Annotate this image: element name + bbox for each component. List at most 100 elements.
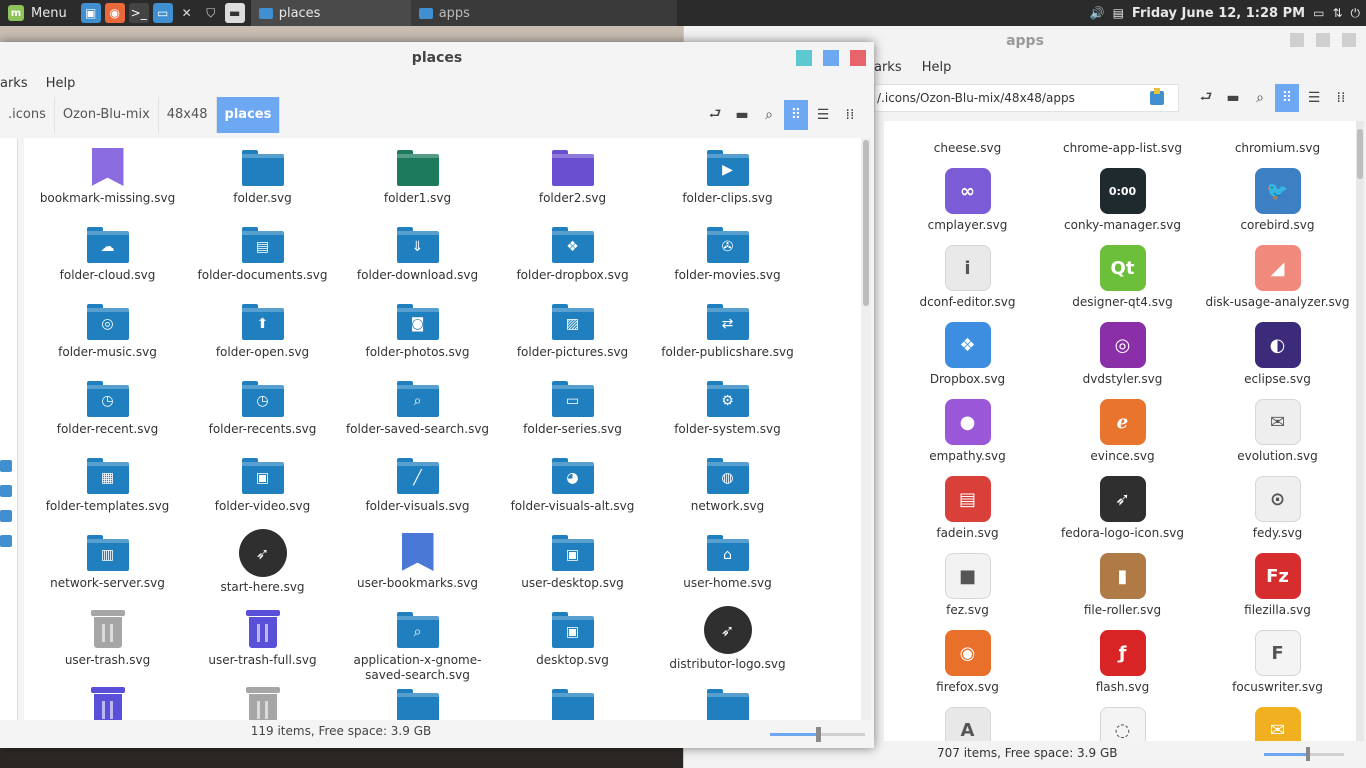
clipboard-icon[interactable]: ▤ <box>1113 6 1124 20</box>
close-button[interactable] <box>1342 33 1356 47</box>
app-item[interactable]: Ffocuswriter.svg <box>1200 630 1355 694</box>
breadcrumb-theme[interactable]: Ozon-Blu-mix <box>54 97 159 133</box>
network-icon[interactable]: ⇅ <box>1332 6 1342 20</box>
app-item[interactable]: 0:00 conky-manager.svg <box>1045 168 1200 232</box>
file-item[interactable]: ☁ folder-cloud.svg <box>30 227 185 283</box>
app-item[interactable]: Qt designer-qt4.svg <box>1045 245 1200 309</box>
file-item[interactable] <box>30 687 185 720</box>
file-item[interactable]: ❖ folder-dropbox.svg <box>495 227 650 283</box>
menu-help[interactable]: Help <box>46 76 76 91</box>
file-item[interactable]: ✇ folder-movies.svg <box>650 227 805 283</box>
file-item[interactable]: ⚙ folder-system.svg <box>650 381 805 437</box>
file-item[interactable]: user-trash.svg <box>30 610 185 668</box>
compact-view-button[interactable]: ⁞⁞ <box>1329 84 1353 112</box>
file-item[interactable]: folder.svg <box>185 150 340 206</box>
list-view-button[interactable]: ☰ <box>811 100 835 130</box>
app-item[interactable]: ◎ dvdstyler.svg <box>1045 322 1200 386</box>
app-item[interactable]: ➶ fedora-logo-icon.svg <box>1045 476 1200 540</box>
app-item[interactable]: ◌ <box>1045 707 1200 741</box>
app-item[interactable]: chromium.svg <box>1200 121 1355 155</box>
minimize-button[interactable] <box>1290 33 1304 47</box>
file-item[interactable] <box>340 689 495 720</box>
app-item[interactable]: ❖ Dropbox.svg <box>890 322 1045 386</box>
file-item[interactable]: ⌂ user-home.svg <box>650 535 805 591</box>
app-item[interactable]: ◉ firefox.svg <box>890 630 1045 694</box>
app-item[interactable]: ▮ file-roller.svg <box>1045 553 1200 617</box>
icon-view-button[interactable]: ⠿ <box>1275 84 1299 112</box>
terminal-icon[interactable]: ▬ <box>730 100 754 130</box>
file-item[interactable]: ◎ folder-music.svg <box>30 304 185 360</box>
minimize-button[interactable] <box>796 50 812 66</box>
file-item[interactable]: ▭ folder-series.svg <box>495 381 650 437</box>
file-item[interactable]: ▨ folder-pictures.svg <box>495 304 650 360</box>
list-view-button[interactable]: ☰ <box>1302 84 1326 112</box>
compact-view-button[interactable]: ⁞⁞ <box>838 100 862 130</box>
firefox-launcher-icon[interactable]: ◉ <box>104 3 125 23</box>
tools-launcher-icon[interactable]: ✕ <box>177 3 197 23</box>
menu-bookmarks[interactable]: arks <box>874 60 902 75</box>
app-item[interactable]: ƒ flash.svg <box>1045 630 1200 694</box>
file-item[interactable]: user-bookmarks.svg <box>340 533 495 591</box>
file-item[interactable]: ➶ start-here.svg <box>185 529 340 595</box>
menu-button[interactable]: m Menu <box>0 0 75 26</box>
terminal-icon[interactable]: ▬ <box>1221 84 1245 112</box>
menu-bookmarks[interactable]: arks <box>0 76 28 91</box>
icon-view-button[interactable]: ⠿ <box>784 100 808 130</box>
terminal-launcher-icon[interactable]: >_ <box>128 3 149 23</box>
zoom-slider[interactable] <box>770 727 865 742</box>
file-item[interactable]: ⇄ folder-publicshare.svg <box>650 304 805 360</box>
file-item[interactable]: ╱ folder-visuals.svg <box>340 458 495 514</box>
app-item[interactable]: ✉ evolution.svg <box>1200 399 1355 463</box>
file-item[interactable]: ⌕ folder-saved-search.svg <box>340 381 495 437</box>
sidebar-folder-icon[interactable] <box>0 535 12 547</box>
app-item[interactable]: ■ fez.svg <box>890 553 1045 617</box>
app-item[interactable]: ⊙ fedy.svg <box>1200 476 1355 540</box>
breadcrumb-size[interactable]: 48x48 <box>158 97 217 133</box>
app-item[interactable]: A <box>890 707 1045 741</box>
app-item[interactable]: ℯ evince.svg <box>1045 399 1200 463</box>
app-item[interactable]: chrome-app-list.svg <box>1045 121 1200 155</box>
files-launcher-icon[interactable]: ▭ <box>152 3 173 23</box>
app-item[interactable]: i dconf-editor.svg <box>890 245 1045 309</box>
file-item[interactable]: ▶ folder-clips.svg <box>650 150 805 206</box>
show-desktop-icon[interactable]: ▣ <box>80 3 101 23</box>
file-item[interactable]: bookmark-missing.svg <box>30 148 185 206</box>
file-item[interactable]: folder1.svg <box>340 150 495 206</box>
file-item[interactable]: ◙ folder-photos.svg <box>340 304 495 360</box>
taskbar-item-apps[interactable]: apps <box>410 0 677 26</box>
zoom-slider[interactable] <box>1264 747 1344 761</box>
file-item[interactable] <box>185 687 340 720</box>
file-item[interactable]: ▣ folder-video.svg <box>185 458 340 514</box>
taskbar-item-places[interactable]: places <box>250 0 411 26</box>
apps-scrollbar[interactable] <box>1356 121 1364 741</box>
shield-launcher-icon[interactable]: ⛉ <box>201 3 221 23</box>
app-item[interactable]: ◐ eclipse.svg <box>1200 322 1355 386</box>
maximize-button[interactable] <box>1316 33 1330 47</box>
breadcrumb-icons[interactable]: .icons <box>0 97 55 133</box>
file-item[interactable]: ◍ network.svg <box>650 458 805 514</box>
file-item[interactable]: ◕ folder-visuals-alt.svg <box>495 458 650 514</box>
file-item[interactable]: ➶ distributor-logo.svg <box>650 606 805 672</box>
drive-launcher-icon[interactable]: ▬ <box>224 3 245 23</box>
file-item[interactable]: ▤ folder-documents.svg <box>185 227 340 283</box>
sidebar-folder-icon[interactable] <box>0 510 12 522</box>
file-item[interactable]: folder2.svg <box>495 150 650 206</box>
toggle-location-icon[interactable]: ⮐ <box>703 100 727 130</box>
file-item[interactable] <box>495 689 650 720</box>
power-icon[interactable]: ⏻ <box>1351 6 1361 21</box>
search-icon[interactable]: ⌕ <box>1248 84 1272 112</box>
volume-icon[interactable]: 🔊 <box>1090 6 1105 20</box>
app-item[interactable]: ● empathy.svg <box>890 399 1045 463</box>
app-item[interactable]: Fz filezilla.svg <box>1200 553 1355 617</box>
file-item[interactable]: ▦ folder-templates.svg <box>30 458 185 514</box>
app-item[interactable]: cheese.svg <box>890 121 1045 155</box>
app-item[interactable]: ◢ disk-usage-analyzer.svg <box>1200 245 1355 309</box>
app-item[interactable]: ✉ <box>1200 707 1355 741</box>
file-item[interactable]: ⬆ folder-open.svg <box>185 304 340 360</box>
close-button[interactable] <box>850 50 866 66</box>
places-scrollbar[interactable] <box>861 138 871 720</box>
search-icon[interactable]: ⌕ <box>757 100 781 130</box>
clock[interactable]: Friday June 12, 1:28 PM <box>1132 6 1305 21</box>
file-item[interactable]: user-trash-full.svg <box>185 610 340 668</box>
file-item[interactable]: ⌕ application-x-gnome-saved-search.svg <box>340 612 495 683</box>
